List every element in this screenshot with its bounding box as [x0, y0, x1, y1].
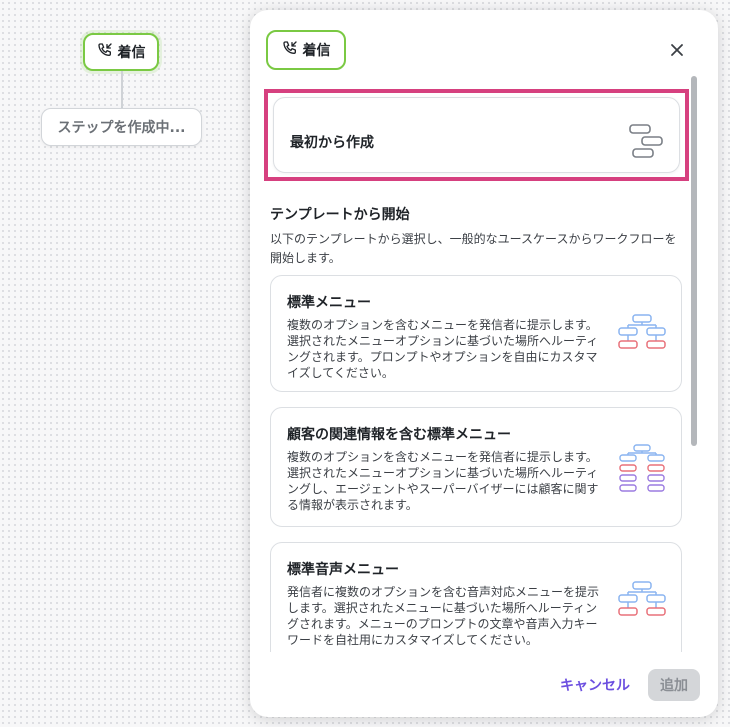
template-card-menu-customer-info[interactable]: 顧客の関連情報を含む標準メニュー 複数のオプションを含むメニューを発信者に提示し…: [270, 407, 682, 527]
template-title: 顧客の関連情報を含む標準メニュー: [287, 427, 511, 443]
template-description: 発信者に複数のオプションを含む音声対応メニューを提示します。選択されたメニューに…: [287, 585, 600, 647]
template-card-voice-menu[interactable]: 標準音声メニュー 発信者に複数のオプションを含む音声対応メニューを提示します。選…: [270, 542, 682, 652]
panel-scroll-area[interactable]: 最初から作成 テンプレートから開始 以下のテンプレートから選択し、一般的なユース…: [250, 86, 700, 652]
incoming-call-node-label: 着信: [117, 45, 146, 61]
templates-section-title: テンプレートから開始: [270, 207, 410, 223]
phone-incoming-icon: [97, 42, 113, 62]
close-button[interactable]: [664, 38, 690, 64]
incoming-call-node[interactable]: 着信: [83, 33, 159, 71]
create-from-scratch-label: 最初から作成: [290, 135, 374, 151]
cancel-button[interactable]: キャンセル: [552, 670, 638, 700]
node-connector: [121, 71, 123, 108]
template-title: 標準音声メニュー: [287, 562, 399, 578]
menu-tree-customer-icon: [617, 444, 667, 496]
add-step-panel: 着信 最初から作成 テンプレートから開始 以下のテンプレートから選択し、一般的な…: [250, 10, 718, 717]
phone-incoming-icon: [282, 40, 298, 60]
voice-menu-tree-icon: [617, 581, 667, 625]
create-from-scratch-card[interactable]: 最初から作成: [273, 97, 680, 173]
panel-scrollbar[interactable]: [689, 72, 698, 654]
panel-header-label: 着信: [302, 43, 331, 59]
templates-section-description: 以下のテンプレートから選択し、一般的なユースケースからワークフローを開始します。: [270, 232, 677, 265]
template-card-standard-menu[interactable]: 標準メニュー 複数のオプションを含むメニューを発信者に提示します。選択されたメニ…: [270, 275, 682, 392]
menu-tree-icon: [617, 314, 667, 358]
template-description: 複数のオプションを含むメニューを発信者に提示します。選択されたメニューオプション…: [287, 450, 599, 512]
panel-scrollbar-thumb[interactable]: [691, 76, 697, 446]
add-button[interactable]: 追加: [648, 669, 700, 701]
creating-step-node[interactable]: ステップを作成中...: [41, 108, 202, 146]
flow-steps-icon: [627, 121, 667, 165]
panel-header-badge: 着信: [266, 30, 346, 70]
template-title: 標準メニュー: [287, 295, 371, 311]
template-description: 複数のオプションを含むメニューを発信者に提示します。選択されたメニューオプション…: [287, 318, 599, 380]
close-icon: [670, 42, 684, 61]
from-scratch-highlight: 最初から作成: [264, 89, 689, 181]
creating-step-label: ステップを作成中...: [57, 120, 186, 136]
